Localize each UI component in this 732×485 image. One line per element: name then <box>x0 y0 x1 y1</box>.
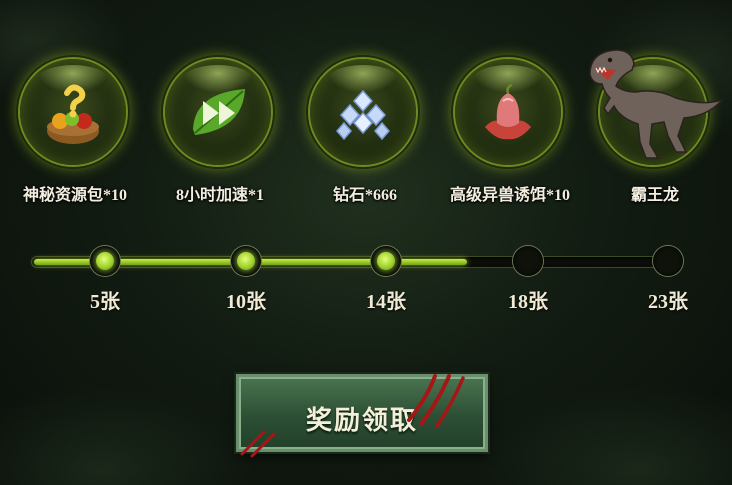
milestone-label: 18张 <box>508 291 548 313</box>
milestone-label: 23张 <box>648 291 688 313</box>
lure-flower-icon <box>485 83 531 140</box>
milestone-label: 5张 <box>90 291 120 313</box>
milestone-node[interactable] <box>653 246 683 276</box>
diamond-pile-icon <box>336 89 390 141</box>
milestone-node[interactable] <box>90 246 120 276</box>
speedup-leaf-arrows-icon <box>193 89 245 135</box>
claim-button-label: 奖励领取 <box>305 406 418 435</box>
reward-orb <box>310 59 416 165</box>
mystery-resource-basket-icon <box>47 84 99 144</box>
reward-label: 高级异兽诱饵*10 <box>449 187 570 204</box>
claim-reward-button[interactable]: 奖励领取 <box>236 374 488 452</box>
reward-label: 霸王龙 <box>630 187 679 204</box>
progress-bar <box>32 257 682 267</box>
reward-label: 钻石*666 <box>332 187 397 204</box>
milestone-node[interactable] <box>513 246 543 276</box>
milestone-node[interactable] <box>371 246 401 276</box>
reward-label: 神秘资源包*10 <box>22 187 127 204</box>
progress-track <box>28 243 688 283</box>
reward-orb <box>165 59 271 165</box>
tyrannosaurus-icon <box>589 49 725 159</box>
milestone-label: 14张 <box>366 291 406 313</box>
milestone-reached-dot <box>377 252 395 270</box>
milestone-reached-dot <box>237 252 255 270</box>
reward-orb <box>20 59 126 165</box>
reward-label: 8小时加速*1 <box>175 187 264 204</box>
milestone-reached-dot <box>96 252 114 270</box>
reward-row: 神秘资源包*10 8小时加速*1 钻石*666 高级异兽诱饵*10 霸王龙 <box>0 0 732 210</box>
reward-orb <box>455 59 561 165</box>
milestone-label: 10张 <box>226 291 266 313</box>
milestone-node[interactable] <box>231 246 261 276</box>
